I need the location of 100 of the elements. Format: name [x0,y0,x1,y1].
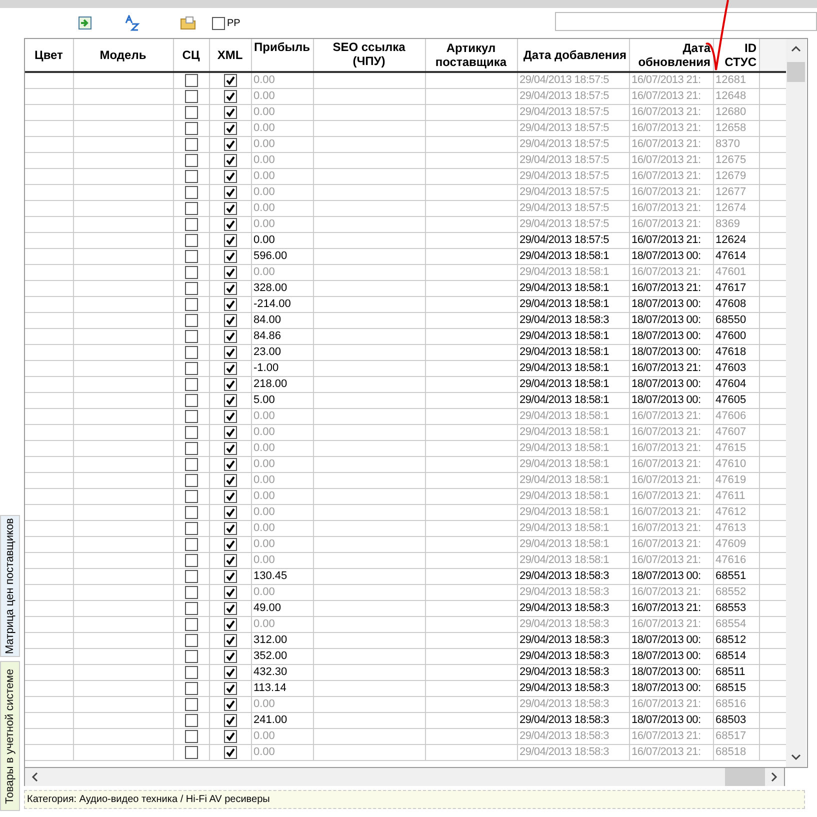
row-checkbox[interactable] [184,682,198,695]
row-checkbox[interactable] [224,314,236,327]
column-header[interactable]: Дата обновления [629,39,713,72]
row-checkbox[interactable] [184,282,198,295]
row-checkbox[interactable] [224,362,236,375]
row-checkbox[interactable] [224,250,236,263]
row-checkbox[interactable] [184,218,198,231]
column-header[interactable]: Цвет [25,39,73,72]
row-checkbox[interactable] [224,394,236,407]
row-checkbox[interactable] [224,458,236,471]
row-checkbox[interactable] [224,682,236,695]
scroll-left-icon[interactable] [31,772,38,782]
row-checkbox[interactable] [184,362,198,375]
row-checkbox[interactable] [184,202,198,215]
row-checkbox[interactable] [184,426,198,439]
row-checkbox[interactable] [184,746,198,759]
row-checkbox[interactable] [184,330,198,343]
horizontal-scrollbar[interactable] [24,768,785,786]
sort-icon[interactable] [124,15,140,31]
row-checkbox[interactable] [184,458,198,471]
row-checkbox[interactable] [184,442,198,455]
row-checkbox[interactable] [184,314,198,327]
row-checkbox[interactable] [224,106,236,119]
row-checkbox[interactable] [224,506,236,519]
row-checkbox[interactable] [184,666,198,679]
column-header[interactable]: Прибыль [251,39,313,72]
row-checkbox[interactable] [224,186,236,199]
row-checkbox[interactable] [224,666,236,679]
row-checkbox[interactable] [224,570,236,583]
row-checkbox[interactable] [184,538,198,551]
column-header[interactable]: XML [209,39,251,72]
row-checkbox[interactable] [224,410,236,423]
row-checkbox[interactable] [184,474,198,487]
row-checkbox[interactable] [224,554,236,567]
row-checkbox[interactable] [224,170,236,183]
row-checkbox[interactable] [224,634,236,647]
row-checkbox[interactable] [184,570,198,583]
scrollbar-thumb[interactable] [787,62,805,82]
row-checkbox[interactable] [184,618,198,631]
row-checkbox[interactable] [224,218,236,231]
row-checkbox[interactable] [224,602,236,615]
row-checkbox[interactable] [184,650,198,663]
row-checkbox[interactable] [224,346,236,359]
row-checkbox[interactable] [224,74,236,87]
column-header[interactable]: SEO ссылка (ЧПУ) [313,39,425,72]
row-checkbox[interactable] [184,90,198,103]
row-checkbox[interactable] [184,266,198,279]
vertical-scrollbar[interactable] [786,39,806,767]
row-checkbox[interactable] [184,234,198,247]
row-checkbox[interactable] [184,394,198,407]
row-checkbox[interactable] [224,730,236,743]
row-checkbox[interactable] [184,698,198,711]
row-checkbox[interactable] [224,650,236,663]
row-checkbox[interactable] [184,298,198,311]
row-checkbox[interactable] [224,746,236,759]
row-checkbox[interactable] [224,474,236,487]
row-checkbox[interactable] [224,490,236,503]
row-checkbox[interactable] [224,298,236,311]
row-checkbox[interactable] [224,538,236,551]
row-checkbox[interactable] [184,586,198,599]
row-checkbox[interactable] [224,698,236,711]
row-checkbox[interactable] [184,346,198,359]
scrollbar-thumb[interactable] [725,768,765,786]
folder-icon[interactable] [180,16,196,30]
row-checkbox[interactable] [184,122,198,135]
row-checkbox[interactable] [224,378,236,391]
row-checkbox[interactable] [184,522,198,535]
row-checkbox[interactable] [184,730,198,743]
row-checkbox[interactable] [224,202,236,215]
scroll-down-icon[interactable] [791,754,801,761]
row-checkbox[interactable] [184,250,198,263]
row-checkbox[interactable] [224,138,236,151]
row-checkbox[interactable] [184,138,198,151]
row-checkbox[interactable] [184,714,198,727]
scroll-up-icon[interactable] [791,45,801,52]
side-tab[interactable]: Матрица цен поставщиков [0,515,20,657]
row-checkbox[interactable] [184,410,198,423]
row-checkbox[interactable] [184,634,198,647]
row-checkbox[interactable] [224,426,236,439]
column-header[interactable]: Артикул поставщика [425,39,517,72]
row-checkbox[interactable] [224,618,236,631]
row-checkbox[interactable] [184,490,198,503]
row-checkbox[interactable] [224,442,236,455]
column-header[interactable]: Модель [73,39,173,72]
row-checkbox[interactable] [184,74,198,87]
row-checkbox[interactable] [224,522,236,535]
row-checkbox[interactable] [224,122,236,135]
row-checkbox[interactable] [184,106,198,119]
column-header[interactable]: ID СТУС [713,39,759,72]
side-tab[interactable]: Товары в учетной системе [0,661,20,811]
row-checkbox[interactable] [184,554,198,567]
row-checkbox[interactable] [224,154,236,167]
import-icon[interactable] [78,16,92,30]
row-checkbox[interactable] [224,234,236,247]
column-header[interactable]: СЦ [173,39,209,72]
row-checkbox[interactable] [224,330,236,343]
row-checkbox[interactable] [184,186,198,199]
pp-checkbox[interactable] [212,16,225,30]
row-checkbox[interactable] [184,378,198,391]
row-checkbox[interactable] [224,266,236,279]
